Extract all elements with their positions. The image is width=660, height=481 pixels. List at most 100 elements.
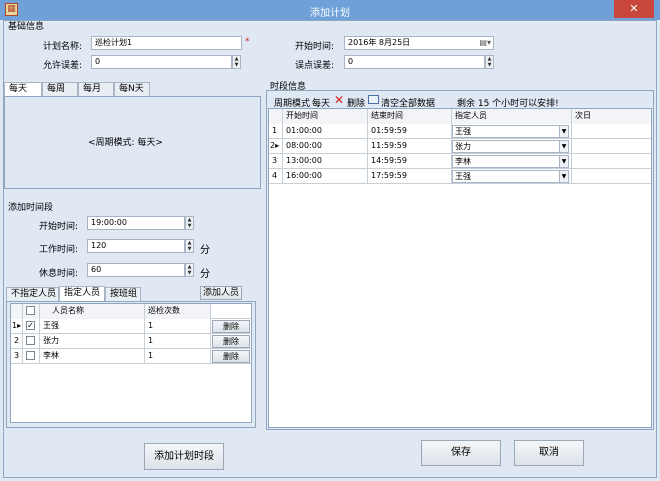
segment-end-cell[interactable]: 17:59:59: [368, 169, 452, 184]
row-pointer-icon: ▸: [275, 141, 280, 150]
tab-monthly[interactable]: 每月: [78, 82, 114, 96]
row-num: 1▸: [11, 319, 23, 334]
row-num: 3: [11, 349, 23, 364]
tab-no-person[interactable]: 不指定人员: [6, 287, 59, 301]
table-row[interactable]: 1▸ ✓ 王强 1 删除: [11, 319, 251, 334]
check-count-cell[interactable]: 1: [145, 334, 211, 349]
chevron-down-icon[interactable]: ▼: [559, 126, 568, 137]
rest-time-label: 休息时间:: [39, 269, 79, 279]
segment-start-spinner[interactable]: ▲ ▼: [185, 216, 194, 230]
cancel-button[interactable]: 取消: [514, 440, 584, 466]
next-day-cell[interactable]: [572, 124, 651, 139]
tab-every-n-days[interactable]: 每N天: [114, 82, 150, 96]
row-checkbox-cell: ✓: [23, 319, 40, 334]
segment-start-cell[interactable]: 08:00:00: [283, 139, 368, 154]
person-cell: 王强 ▼: [452, 124, 572, 139]
tab-weekly[interactable]: 每周: [42, 82, 78, 96]
row-num: 2▸: [269, 139, 283, 154]
segment-start-cell[interactable]: 16:00:00: [283, 169, 368, 184]
next-day-cell[interactable]: [572, 169, 651, 184]
person-dropdown[interactable]: 王强 ▼: [452, 125, 569, 138]
segment-start-label: 开始时间:: [39, 222, 79, 232]
add-plan-segment-button[interactable]: 添加计划时段: [144, 443, 224, 470]
table-row[interactable]: 4 16:00:00 17:59:59 王强 ▼: [269, 169, 651, 184]
segment-grid: 开始时间 结束时间 指定人员 次日 1 01:00:00 01:59:59 王强…: [268, 108, 652, 428]
segment-end-cell[interactable]: 14:59:59: [368, 154, 452, 169]
calendar-dropdown-icon[interactable]: ▤▾: [479, 37, 491, 49]
basic-info-group-label: 基础信息: [8, 22, 45, 32]
table-row[interactable]: 2 张力 1 删除: [11, 334, 251, 349]
rest-time-unit: 分: [200, 269, 210, 280]
add-segment-group-label: 添加时间段: [8, 203, 54, 213]
allow-error-input[interactable]: 0: [91, 55, 232, 69]
person-dropdown[interactable]: 张力 ▼: [452, 140, 569, 153]
check-count-header: 巡检次数: [145, 304, 211, 319]
work-time-input[interactable]: 120: [87, 239, 185, 253]
row-checkbox[interactable]: [26, 336, 35, 345]
start-date-picker[interactable]: 2016年 8月25日 ▤▾: [344, 36, 494, 50]
person-cell: 王强 ▼: [452, 169, 572, 184]
work-time-unit: 分: [200, 245, 210, 256]
plan-name-input[interactable]: 巡检计划1: [91, 36, 242, 50]
plan-name-label: 计划名称:: [43, 42, 83, 52]
chevron-down-icon[interactable]: ▼: [559, 156, 568, 167]
next-day-header: 次日: [572, 109, 651, 124]
save-button[interactable]: 保存: [421, 440, 501, 466]
select-all-checkbox[interactable]: [26, 306, 35, 315]
table-row[interactable]: 3 13:00:00 14:59:59 李林 ▼: [269, 154, 651, 169]
period-mode-text: <周期模式: 每天>: [88, 138, 163, 148]
error-point-input[interactable]: 0: [344, 55, 485, 69]
row-checkbox[interactable]: ✓: [26, 321, 35, 330]
error-point-spinner[interactable]: ▲ ▼: [485, 55, 494, 69]
person-dropdown[interactable]: 李林 ▼: [452, 155, 569, 168]
chevron-down-icon[interactable]: ▼: [559, 141, 568, 152]
person-dropdown[interactable]: 王强 ▼: [452, 170, 569, 183]
delete-row-button[interactable]: 删除: [212, 335, 250, 348]
allow-error-spinner[interactable]: ▲ ▼: [232, 55, 241, 69]
end-time-header: 结束时间: [368, 109, 452, 124]
next-day-cell[interactable]: [572, 154, 651, 169]
table-row[interactable]: 3 李林 1 删除: [11, 349, 251, 364]
row-checkbox[interactable]: [26, 351, 35, 360]
close-button[interactable]: ✕: [614, 0, 654, 18]
rest-time-spinner[interactable]: ▲ ▼: [185, 263, 194, 277]
assigned-person-header: 指定人员: [452, 109, 572, 124]
row-num: 4: [269, 169, 283, 184]
segment-end-cell[interactable]: 01:59:59: [368, 124, 452, 139]
next-day-cell[interactable]: [572, 139, 651, 154]
row-num-header: [269, 109, 283, 124]
row-num: 1: [269, 124, 283, 139]
rest-time-input[interactable]: 60: [87, 263, 185, 277]
delete-icon[interactable]: ✕: [334, 93, 344, 107]
table-row[interactable]: 2▸ 08:00:00 11:59:59 张力 ▼: [269, 139, 651, 154]
row-checkbox-cell: [23, 334, 40, 349]
person-name-header: 人员名称: [40, 304, 145, 319]
tab-assign-person[interactable]: 指定人员: [59, 286, 105, 301]
row-num: 3: [269, 154, 283, 169]
segment-start-cell[interactable]: 13:00:00: [283, 154, 368, 169]
chevron-down-icon[interactable]: ▼: [559, 171, 568, 182]
person-name-cell: 王强: [40, 319, 145, 334]
tab-by-team[interactable]: 按班组: [105, 287, 141, 301]
work-time-label: 工作时间:: [39, 245, 79, 255]
start-date-value: 2016年 8月25日: [348, 38, 411, 47]
check-count-cell[interactable]: 1: [145, 319, 211, 334]
add-person-button[interactable]: 添加人员: [200, 286, 242, 300]
tab-daily[interactable]: 每天: [4, 82, 42, 97]
person-cell: 李林 ▼: [452, 154, 572, 169]
clear-data-icon[interactable]: [368, 95, 379, 104]
segment-end-cell[interactable]: 11:59:59: [368, 139, 452, 154]
required-mark: *: [245, 37, 250, 47]
check-count-cell[interactable]: 1: [145, 349, 211, 364]
person-grid: 人员名称 巡检次数 1▸ ✓ 王强 1 删除 2 张力 1 删除 3 李林 1 …: [10, 303, 252, 423]
error-point-label: 误点误差:: [295, 61, 335, 71]
table-row[interactable]: 1 01:00:00 01:59:59 王强 ▼: [269, 124, 651, 139]
delete-row-button[interactable]: 删除: [212, 350, 250, 363]
row-num: 2: [11, 334, 23, 349]
segment-start-input[interactable]: 19:00:00: [87, 216, 185, 230]
delete-row-button[interactable]: 删除: [212, 320, 250, 333]
start-time-label: 开始时间:: [295, 42, 335, 52]
work-time-spinner[interactable]: ▲ ▼: [185, 239, 194, 253]
window-title: 添加计划: [310, 8, 350, 19]
segment-start-cell[interactable]: 01:00:00: [283, 124, 368, 139]
